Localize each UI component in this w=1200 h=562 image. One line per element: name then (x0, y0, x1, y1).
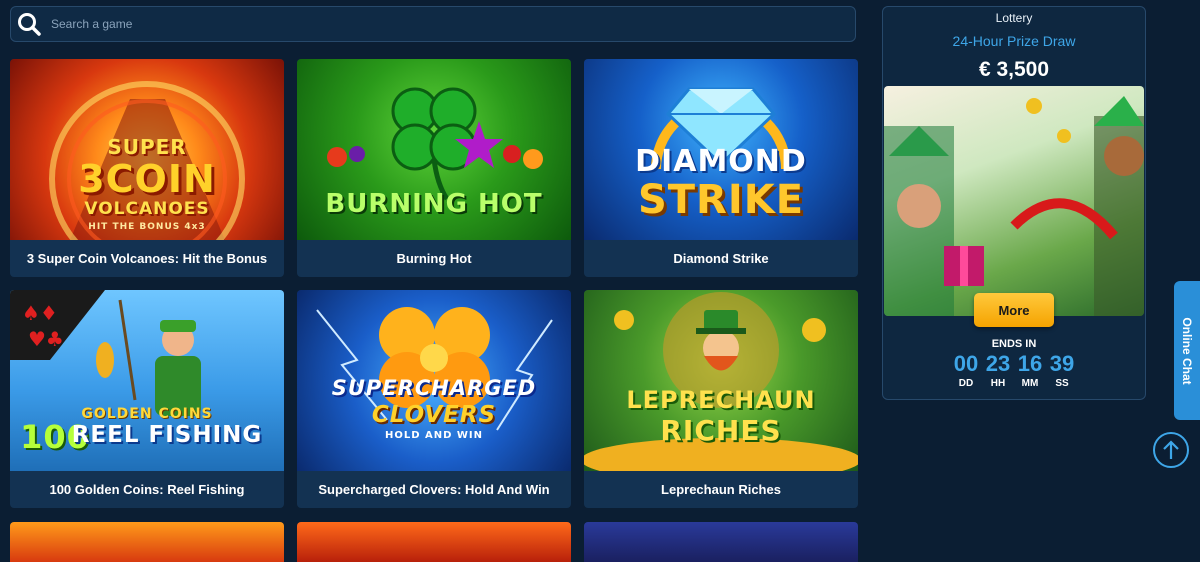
game-card-partial[interactable] (10, 522, 284, 562)
art-text: 3COIN (78, 157, 216, 201)
search-input[interactable] (49, 16, 855, 32)
svg-text:♠♦: ♠♦ (22, 301, 58, 325)
countdown-unit: HH (990, 378, 1006, 389)
game-title: Supercharged Clovers: Hold And Win (318, 482, 550, 497)
game-title: 100 Golden Coins: Reel Fishing (49, 482, 245, 497)
aztec-art (884, 96, 1144, 316)
lottery-label: Lottery (995, 11, 1033, 25)
game-thumbnail: SUPERCHARGED CLOVERS HOLD AND WIN (297, 290, 571, 471)
art-text: DIAMOND (635, 144, 807, 179)
art-text: BURNING HOT (325, 189, 543, 219)
game-thumbnail: SUPER 3COIN VOLCANOES HIT THE BONUS 4x3 (10, 59, 284, 240)
art-text: SUPER (107, 135, 187, 159)
countdown-unit: DD (958, 378, 974, 389)
more-button[interactable]: More (974, 293, 1054, 327)
ends-in-label: ENDS IN (991, 338, 1037, 350)
art-text: SUPERCHARGED (331, 376, 537, 400)
countdown-unit: SS (1055, 378, 1069, 389)
art-text: RICHES (660, 414, 782, 447)
online-chat-tab[interactable]: Online Chat (1174, 281, 1200, 420)
art-text: REEL FISHING (71, 422, 263, 448)
lottery-banner-image (884, 86, 1144, 316)
game-thumbnail: ♠♦ ♥♣ GOLDEN COINS 100 REEL FISHING (10, 290, 284, 471)
art-text: VOLCANOES (84, 199, 210, 219)
countdown-hours: 23 HH (985, 351, 1012, 390)
countdown-days: 00 DD (953, 351, 980, 390)
countdown-minutes: 16 MM (1017, 351, 1044, 390)
svg-text:♥♣: ♥♣ (28, 327, 64, 351)
game-thumbnail: LEPRECHAUN RICHES (584, 290, 858, 471)
countdown-value: 16 (1017, 351, 1043, 376)
game-card-100-golden-coins[interactable]: ♠♦ ♥♣ GOLDEN COINS 100 REEL FISHING 100 … (10, 290, 284, 508)
game-card-supercharged-clovers[interactable]: SUPERCHARGED CLOVERS HOLD AND WIN Superc… (297, 290, 571, 508)
arrow-up-icon (1163, 440, 1179, 459)
game-card-partial[interactable] (584, 522, 858, 562)
game-title: Leprechaun Riches (661, 482, 781, 497)
lottery-panel: Lottery 24-Hour Prize Draw € 3,500 More … (882, 6, 1146, 400)
scroll-to-top-button[interactable] (1153, 432, 1189, 468)
search-bar[interactable] (10, 6, 856, 42)
game-title: Diamond Strike (673, 251, 769, 266)
game-thumbnail: DIAMOND STRIKE (584, 59, 858, 240)
art-text: CLOVERS (371, 402, 497, 428)
game-thumbnail: BURNING HOT (297, 59, 571, 240)
game-title: 3 Super Coin Volcanoes: Hit the Bonus (26, 251, 268, 266)
countdown-seconds: 39 SS (1049, 351, 1076, 390)
game-card-3-super-coin-volcanoes[interactable]: SUPER 3COIN VOLCANOES HIT THE BONUS 4x3 … (10, 59, 284, 277)
countdown-unit: MM (1021, 378, 1039, 389)
countdown-timer: 00 DD 23 HH 16 MM 39 SS (883, 351, 1145, 390)
art-text: LEPRECHAUN (626, 386, 816, 414)
art-text: STRIKE (637, 177, 805, 223)
game-card-burning-hot[interactable]: BURNING HOT Burning Hot (297, 59, 571, 277)
game-card-diamond-strike[interactable]: DIAMOND STRIKE Diamond Strike (584, 59, 858, 277)
art-text: HIT THE BONUS 4x3 (88, 222, 206, 232)
game-card-leprechaun-riches[interactable]: LEPRECHAUN RICHES Leprechaun Riches (584, 290, 858, 508)
lottery-subtitle[interactable]: 24-Hour Prize Draw (883, 33, 1145, 49)
countdown-value: 23 (985, 351, 1011, 376)
countdown-value: 00 (953, 351, 979, 376)
game-title: Burning Hot (396, 251, 472, 266)
lottery-prize: € 3,500 (978, 58, 1050, 81)
art-text: HOLD AND WIN (384, 430, 484, 441)
countdown-value: 39 (1049, 351, 1075, 376)
game-card-partial[interactable] (297, 522, 571, 562)
search-icon (18, 13, 41, 36)
online-chat-label: Online Chat (1180, 316, 1194, 385)
